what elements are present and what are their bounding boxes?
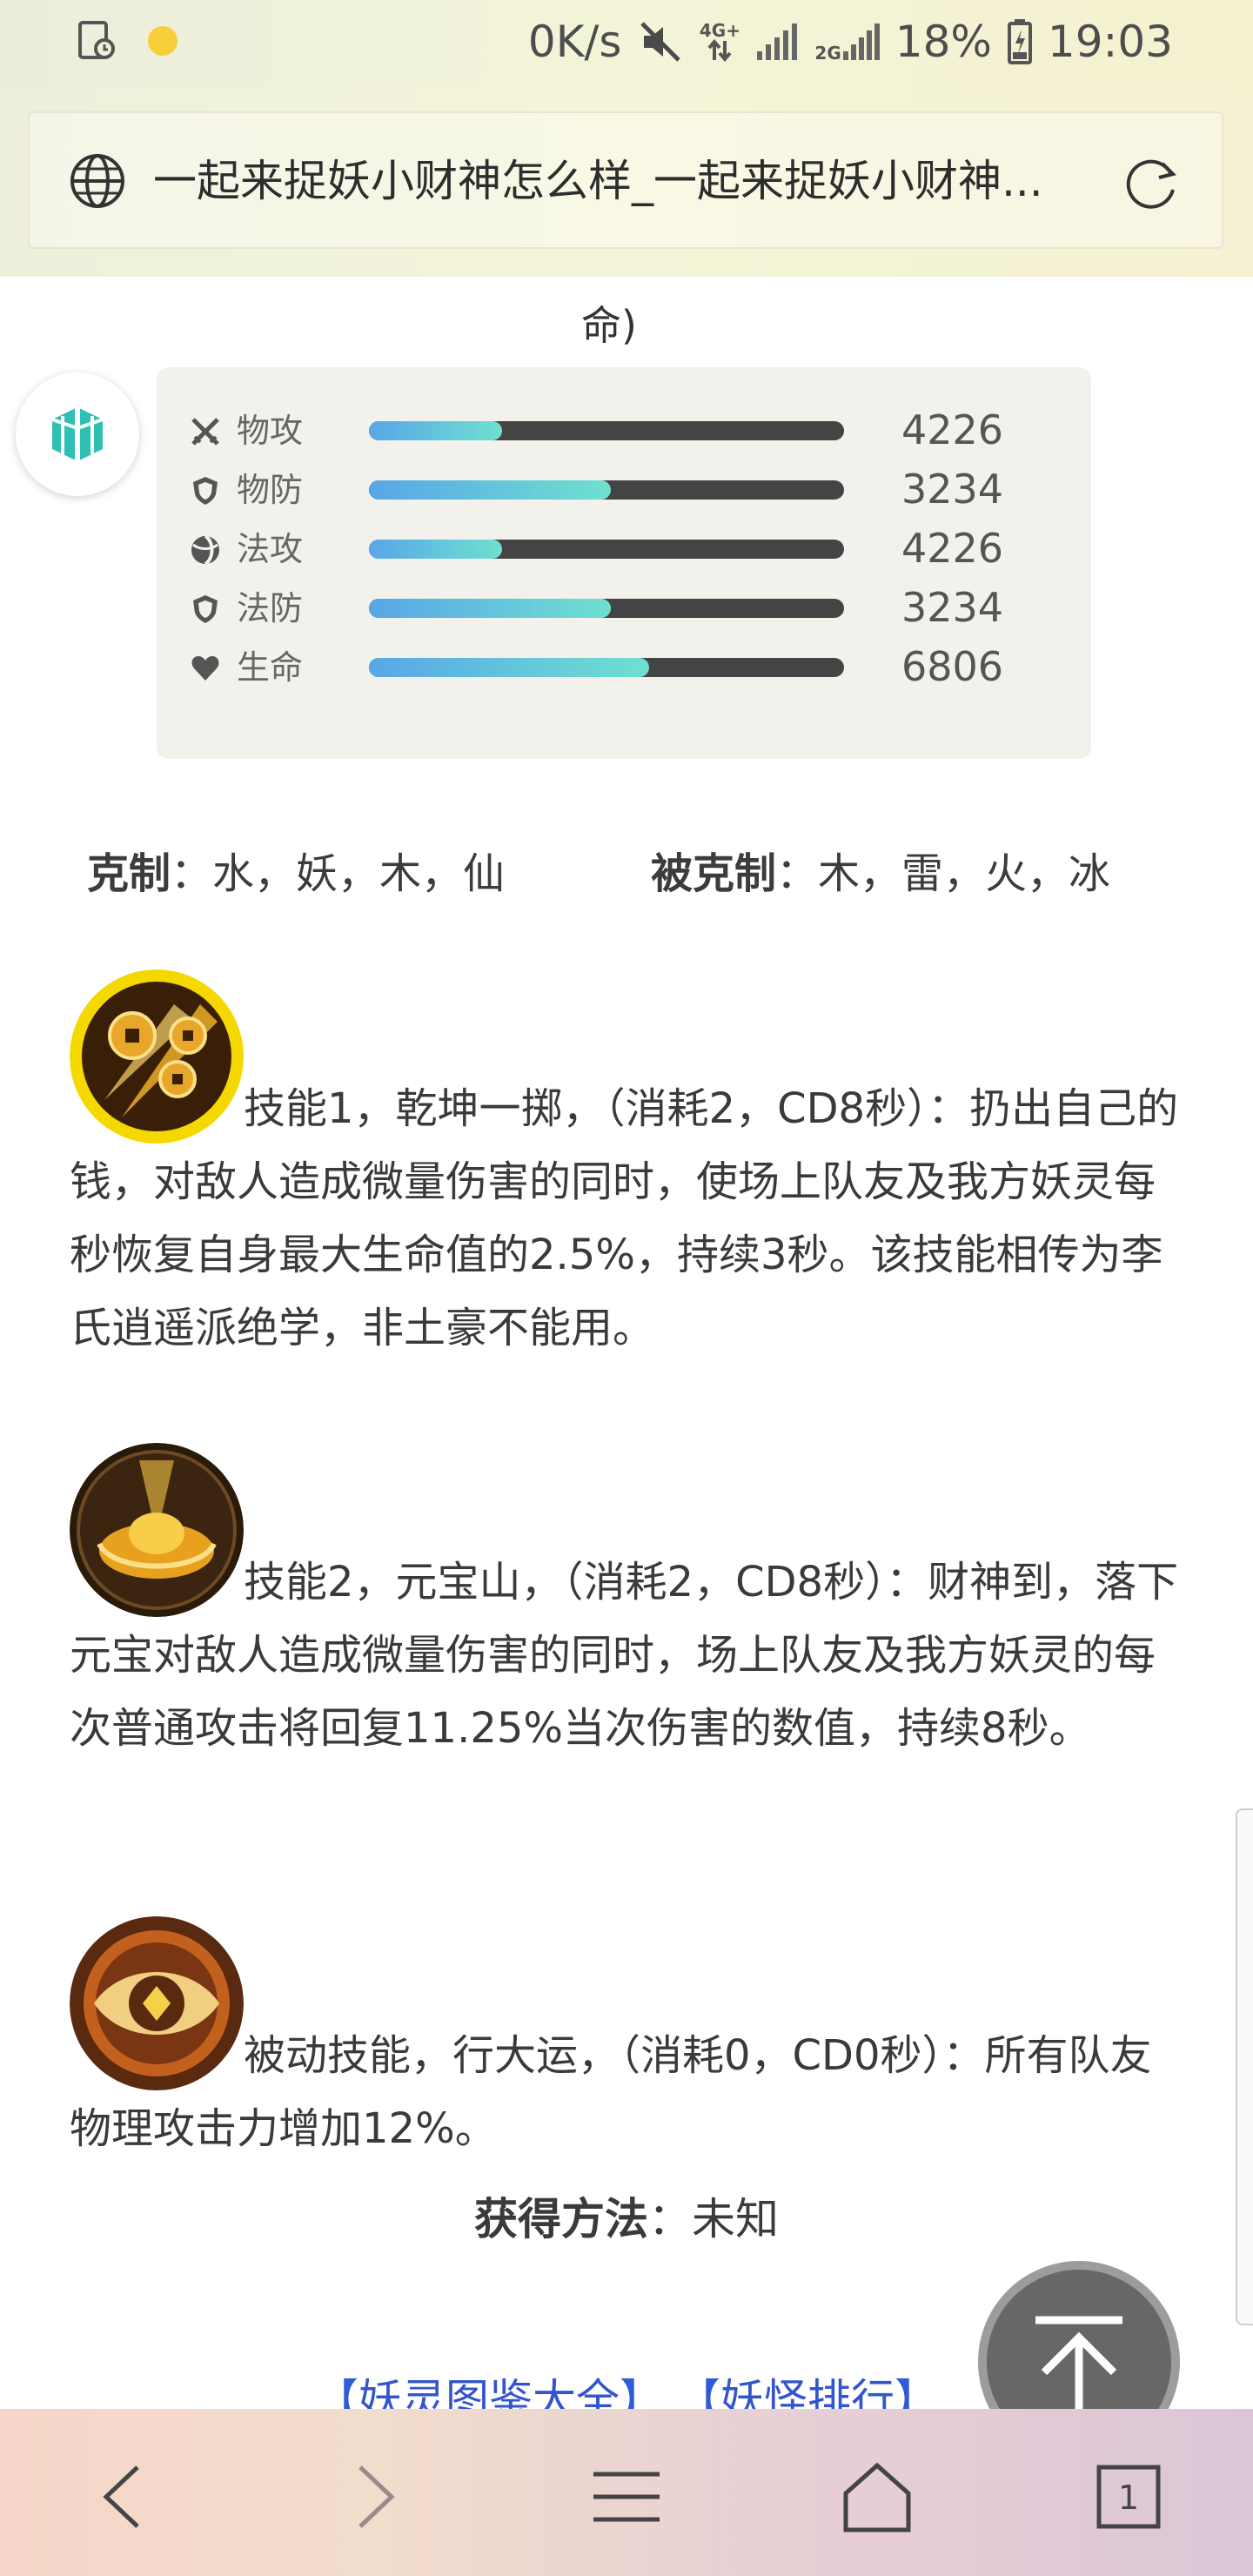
sword-icon <box>191 418 219 446</box>
stat-bar <box>369 480 844 500</box>
home-icon <box>843 2462 911 2532</box>
coins-skill-icon <box>70 969 244 1144</box>
stat-value: 4226 <box>901 406 1004 453</box>
stat-bar <box>369 658 844 677</box>
clock: 19:03 <box>1047 17 1173 67</box>
bracket-right-1: 】 <box>620 2375 664 2409</box>
tabs-button[interactable]: 1 <box>1089 2458 1168 2536</box>
net-type-2g: 2G <box>814 22 880 62</box>
battery-percent: 18% <box>895 17 992 67</box>
heart-icon <box>191 656 219 681</box>
stat-label: 物防 <box>237 471 304 509</box>
page-content: 命) 物攻 4226 物防 3234 法攻 4226 法防 3234 生命 68… <box>0 277 1253 2463</box>
stat-row-mag-def: 法防 3234 <box>157 581 1091 634</box>
signal-2g-icon <box>842 23 880 60</box>
stat-row-phys-atk: 物攻 4226 <box>157 404 1091 456</box>
tab-count: 1 <box>1118 2479 1139 2517</box>
counters: 克制：水，妖，木，仙 <box>87 842 505 905</box>
shield-icon <box>193 595 218 623</box>
shield-icon <box>193 477 218 505</box>
stat-bar-fill <box>369 540 502 559</box>
stat-label: 法防 <box>237 589 304 627</box>
countered-by: 被克制：木，雷，火，冰 <box>651 842 1110 905</box>
stat-bar-fill <box>369 658 650 677</box>
screenshot-notification-icon <box>78 21 115 59</box>
chevron-left-icon <box>103 2465 139 2528</box>
status-bar: 0K/s 4G+ 2G 18% 19:03 <box>0 0 1253 87</box>
page-title[interactable]: 一起来捉妖小财神怎么样_一起来捉妖小财神... <box>153 148 1110 214</box>
bracket-left-1: 【 <box>315 2375 359 2409</box>
stat-row-hp: 生命 6806 <box>157 641 1091 693</box>
signal-icon <box>757 23 798 60</box>
stat-bar-fill <box>369 480 612 500</box>
notification-dot <box>148 26 178 56</box>
acquire-method: 获得方法：未知 <box>0 2184 1253 2247</box>
forward-button[interactable] <box>337 2458 415 2536</box>
status-right: 0K/s 4G+ 2G 18% 19:03 <box>528 16 1173 68</box>
floating-ar-button[interactable] <box>16 372 139 496</box>
stat-value: 3234 <box>901 584 1004 631</box>
browser-toolbar: 一起来捉妖小财神怎么样_一起来捉妖小财神... <box>0 87 1253 277</box>
stat-bar-fill <box>369 599 612 618</box>
acquire-label: 获得方法 <box>474 2194 648 2244</box>
reload-icon[interactable] <box>1121 151 1183 214</box>
bracket-left-2: 【 <box>676 2375 720 2409</box>
back-button[interactable] <box>83 2458 161 2536</box>
stat-bar-fill <box>369 421 502 440</box>
globe-icon <box>70 154 124 208</box>
stat-row-mag-atk: 法攻 4226 <box>157 522 1091 574</box>
stat-label: 生命 <box>237 648 304 687</box>
stat-row-phys-def: 物防 3234 <box>157 463 1091 515</box>
skill-description: 技能2，元宝山，（消耗2，CD8秒）：财神到，落下元宝对敌人造成微量伤害的同时，… <box>70 1558 1179 1753</box>
bottom-navigation: 1 <box>0 2409 1253 2576</box>
countered-label: 被克制 <box>651 849 777 898</box>
home-button[interactable] <box>838 2458 916 2536</box>
scrollbar[interactable] <box>1236 1808 1253 2325</box>
counters-label: 克制 <box>87 849 171 898</box>
stat-value: 3234 <box>901 466 1004 513</box>
arrow-up-icon <box>1035 2316 1122 2409</box>
menu-icon <box>593 2472 660 2522</box>
stat-value: 4226 <box>901 525 1004 572</box>
battery-icon <box>1007 19 1032 64</box>
stat-label: 法攻 <box>237 530 304 568</box>
stat-label: 物攻 <box>237 412 304 450</box>
orb-icon <box>191 534 219 566</box>
chevron-right-icon <box>358 2465 395 2528</box>
skill-description: 被动技能，行大运，（消耗0，CD0秒）：所有队友物理攻击力增加12%。 <box>70 2031 1152 2153</box>
bracket-right-2: 】 <box>894 2375 938 2409</box>
data-arrows-icon <box>707 39 732 62</box>
ingot-skill-icon <box>70 1443 244 1617</box>
cube-icon <box>51 407 104 461</box>
mute-icon <box>640 22 681 62</box>
stat-bar <box>369 421 844 440</box>
tabs-icon: 1 <box>1096 2465 1161 2529</box>
link-monster-catalog[interactable]: 妖灵图鉴大全 <box>358 2375 620 2409</box>
menu-button[interactable] <box>587 2458 666 2536</box>
stat-value: 6806 <box>901 643 1004 690</box>
eye-skill-icon <box>70 1916 244 2090</box>
stat-bar <box>369 540 844 559</box>
net-type-4g: 4G+ <box>700 22 740 62</box>
stat-bar <box>369 599 844 618</box>
address-bar[interactable]: 一起来捉妖小财神怎么样_一起来捉妖小财神... <box>28 111 1223 249</box>
link-monster-ranking[interactable]: 妖怪排行 <box>720 2375 895 2409</box>
net-speed: 0K/s <box>527 17 622 67</box>
status-left <box>75 19 178 63</box>
caption-tail: 命) <box>581 302 637 349</box>
countered-value: ：木，雷，火，冰 <box>776 849 1111 898</box>
acquire-value: ：未知 <box>648 2194 779 2244</box>
counters-value: ：水，妖，木，仙 <box>171 849 506 898</box>
stats-panel: 物攻 4226 物防 3234 法攻 4226 法防 3234 生命 6806 <box>157 367 1091 759</box>
